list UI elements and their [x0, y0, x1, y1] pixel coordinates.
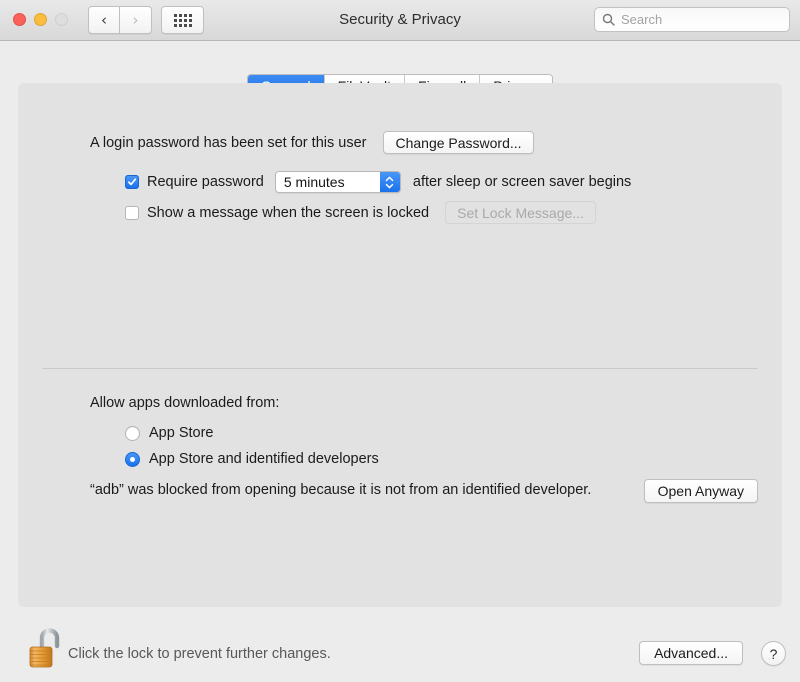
lock-hint-text: Click the lock to prevent further change…: [68, 646, 331, 662]
section-divider: [42, 368, 758, 369]
open-anyway-button[interactable]: Open Anyway: [643, 479, 758, 503]
search-placeholder: Search: [621, 12, 663, 27]
login-password-row: A login password has been set for this u…: [90, 131, 534, 154]
set-lock-message-button: Set Lock Message...: [445, 201, 596, 224]
general-panel: A login password has been set for this u…: [18, 83, 782, 607]
radio-row-app-store-identified[interactable]: App Store and identified developers: [125, 451, 379, 467]
lock-message-row: Show a message when the screen is locked…: [125, 201, 596, 224]
checkmark-icon: [127, 178, 137, 186]
require-password-delay-popup[interactable]: 5 minutes: [274, 171, 401, 193]
radio-app-store[interactable]: [125, 425, 140, 441]
search-icon: [602, 13, 615, 26]
stepper-arrows-icon[interactable]: [379, 172, 400, 192]
change-password-button[interactable]: Change Password...: [383, 131, 534, 154]
chevron-down-icon: [386, 183, 394, 188]
allow-apps-heading-row: Allow apps downloaded from:: [90, 395, 279, 411]
search-field[interactable]: Search: [594, 7, 790, 32]
require-password-delay-value: 5 minutes: [283, 174, 345, 190]
require-password-suffix-label: after sleep or screen saver begins: [412, 174, 632, 190]
lock-button[interactable]: [28, 626, 66, 672]
advanced-button[interactable]: Advanced...: [639, 641, 743, 665]
help-button[interactable]: ?: [761, 641, 786, 666]
show-lock-message-checkbox[interactable]: [125, 205, 139, 220]
blocked-app-message: “adb” was blocked from opening because i…: [90, 482, 592, 498]
require-password-label: Require password: [147, 174, 264, 190]
require-password-row: Require password 5 minutes after sleep o…: [125, 171, 631, 193]
radio-app-store-and-identified-developers[interactable]: [125, 451, 140, 467]
show-lock-message-label: Show a message when the screen is locked: [147, 204, 430, 221]
require-password-checkbox[interactable]: [125, 175, 139, 189]
chevron-up-icon: [386, 176, 394, 181]
login-password-status: A login password has been set for this u…: [90, 134, 367, 151]
window-titlebar: ‹ › Security & Privacy Search: [0, 0, 800, 41]
radio-app-store-label: App Store: [149, 425, 214, 441]
radio-app-store-and-identified-developers-label: App Store and identified developers: [149, 451, 379, 467]
allow-apps-heading: Allow apps downloaded from:: [90, 395, 280, 411]
radio-row-app-store[interactable]: App Store: [125, 425, 214, 441]
unlocked-padlock-icon: [29, 628, 60, 668]
